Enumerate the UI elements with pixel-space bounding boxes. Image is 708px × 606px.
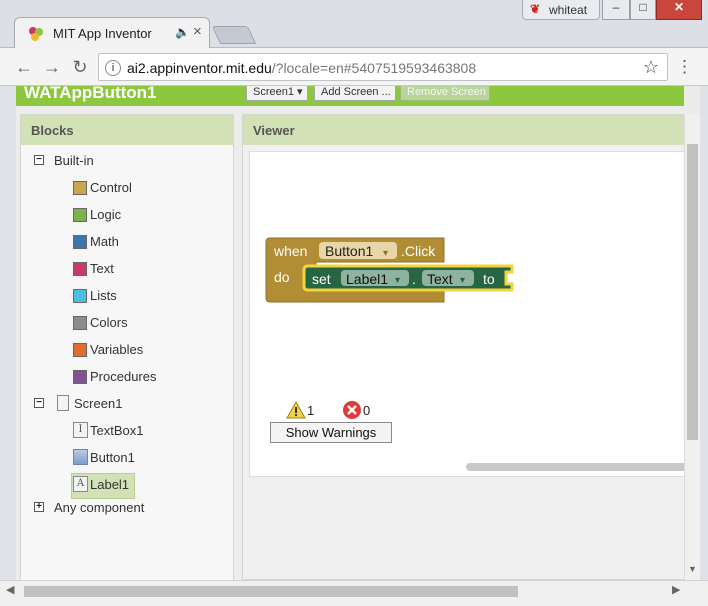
code-blocks[interactable]: when Button1 ▾ .Click do set Label1 ▾ . … <box>264 236 564 406</box>
tree-label: Procedures <box>90 369 157 384</box>
collapse-icon[interactable]: − <box>34 155 44 165</box>
tree-label-any-component: Any component <box>54 500 145 515</box>
button-icon <box>73 449 88 465</box>
tree-label: Control <box>90 180 132 195</box>
property-dot: . <box>412 271 416 287</box>
project-title: WATAppButton1 <box>24 86 157 102</box>
page-vertical-scrollbar[interactable]: ▼ <box>684 114 700 580</box>
forward-icon[interactable]: → <box>42 57 62 77</box>
tree-label: Text <box>90 261 114 276</box>
error-icon[interactable] <box>342 400 362 420</box>
tree-label: Button1 <box>90 450 135 465</box>
variables-color-swatch <box>73 343 87 357</box>
blocks-panel-title: Blocks <box>21 115 233 145</box>
tree-label: Lists <box>90 288 117 303</box>
address-bar[interactable]: i ai2.appinventor.mit.edu/?locale=en#540… <box>98 53 668 81</box>
page-horizontal-scrollbar[interactable]: ◀ ▶ <box>0 580 708 606</box>
tree-label: Colors <box>90 315 128 330</box>
tree-label: Math <box>90 234 119 249</box>
when-keyword: when <box>273 243 307 259</box>
screen-dropdown[interactable]: Screen1 ▾ <box>246 86 308 101</box>
colors-color-swatch <box>73 316 87 330</box>
profile-name: whiteat <box>549 3 588 17</box>
add-screen-button[interactable]: Add Screen ... <box>314 86 396 101</box>
vertical-scroll-thumb[interactable] <box>687 144 698 440</box>
chevron-down-icon[interactable]: ▾ <box>383 248 388 259</box>
show-warnings-button[interactable]: Show Warnings <box>270 422 392 443</box>
event-component-label: Button1 <box>325 243 373 259</box>
blocks-workspace[interactable]: when Button1 ▾ .Click do set Label1 ▾ . … <box>249 151 697 477</box>
expand-icon[interactable]: + <box>34 502 44 512</box>
page-content: WATAppButton1 Screen1 ▾ Add Screen ... R… <box>16 86 700 580</box>
set-keyword: set <box>312 271 331 287</box>
textbox-icon: I <box>73 422 88 438</box>
blocks-panel: Blocks − Built-in Control Logic Math Text Li… <box>20 114 234 580</box>
workspace-horizontal-scrollbar[interactable] <box>466 463 696 471</box>
app-inventor-favicon-icon <box>29 27 43 41</box>
screen-icon <box>57 395 69 411</box>
browser-menu-icon[interactable]: ⋮ <box>676 57 693 77</box>
browser-titlebar: MIT App Inventor 🔈 × ❦ whiteat – □ ✕ <box>0 0 708 48</box>
label-icon: A <box>73 476 88 492</box>
speaker-icon[interactable]: 🔈 <box>175 25 190 39</box>
scroll-right-arrow-icon[interactable]: ▶ <box>672 583 680 596</box>
horizontal-scroll-thumb[interactable] <box>24 586 518 597</box>
lists-color-swatch <box>73 289 87 303</box>
procedures-color-swatch <box>73 370 87 384</box>
chevron-down-icon[interactable]: ▾ <box>395 275 400 286</box>
maximize-button[interactable]: □ <box>630 0 656 20</box>
chevron-down-icon[interactable]: ▾ <box>460 275 465 286</box>
do-keyword: do <box>274 269 290 285</box>
warning-count: 1 <box>307 403 315 418</box>
url-path: /?locale=en#5407519593463808 <box>271 60 477 76</box>
text-color-swatch <box>73 262 87 276</box>
profile-button[interactable]: ❦ whiteat <box>522 0 600 20</box>
scroll-down-arrow-icon[interactable]: ▼ <box>688 564 697 574</box>
new-tab-button[interactable] <box>211 26 257 44</box>
logic-color-swatch <box>73 208 87 222</box>
tab-close-icon[interactable]: × <box>193 23 202 40</box>
viewer-panel: Viewer when Button1 ▾ .Click do set Labe… <box>242 114 700 580</box>
tree-label: Logic <box>90 207 122 222</box>
project-header: WATAppButton1 Screen1 ▾ Add Screen ... R… <box>16 86 684 106</box>
site-info-icon[interactable]: i <box>105 60 121 76</box>
tree-label-built-in: Built-in <box>54 153 94 168</box>
tree-label: TextBox1 <box>90 423 144 438</box>
setter-property-label: Text <box>427 271 453 287</box>
error-count: 0 <box>363 403 371 418</box>
bookmark-star-icon[interactable]: ☆ <box>643 57 659 78</box>
window-close-button[interactable]: ✕ <box>656 0 702 20</box>
scroll-left-arrow-icon[interactable]: ◀ <box>6 583 14 596</box>
back-icon[interactable]: ← <box>14 57 34 77</box>
collapse-icon[interactable]: − <box>34 398 44 408</box>
tree-label: Label1 <box>90 477 130 492</box>
setter-component-label: Label1 <box>346 271 388 287</box>
browser-toolbar: ← → ↻ i ai2.appinventor.mit.edu/?locale=… <box>0 48 708 86</box>
url-text[interactable]: ai2.appinventor.mit.edu/?locale=en#54075… <box>127 60 476 76</box>
browser-tab[interactable]: MIT App Inventor 🔈 × <box>14 17 210 48</box>
to-keyword: to <box>483 271 495 287</box>
tab-title: MIT App Inventor <box>53 26 152 41</box>
control-color-swatch <box>73 181 87 195</box>
tree-label: Variables <box>90 342 144 357</box>
remove-screen-button[interactable]: Remove Screen <box>400 86 490 101</box>
math-color-swatch <box>73 235 87 249</box>
viewer-panel-title: Viewer <box>243 115 699 145</box>
warning-icon[interactable] <box>286 401 306 419</box>
tree-label-screen1: Screen1 <box>74 396 123 411</box>
reload-icon[interactable]: ↻ <box>70 57 90 77</box>
event-name: .Click <box>401 243 436 259</box>
profile-icon: ❦ <box>530 2 541 16</box>
url-host: ai2.appinventor.mit.edu <box>127 60 272 76</box>
minimize-button[interactable]: – <box>602 0 630 20</box>
